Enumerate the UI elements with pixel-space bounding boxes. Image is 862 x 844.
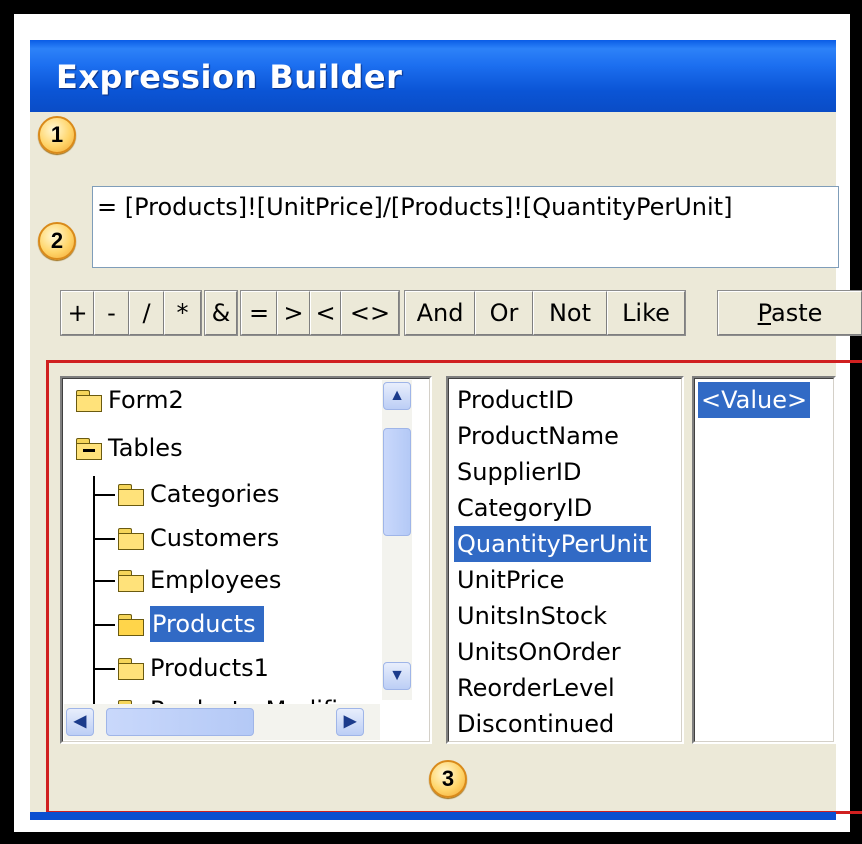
field-item[interactable]: UnitPrice [454,562,567,598]
expression-builder-dialog: Expression Builder = [Products]![UnitPri… [30,40,862,820]
concat-operators: & [204,290,238,336]
callout-badge-2: 2 [38,222,76,260]
like-button[interactable]: Like [607,291,685,335]
or-button[interactable]: Or [475,291,533,335]
folder-icon [118,570,144,592]
not-equal-button[interactable]: <> [341,291,399,335]
arithmetic-operators: + - / * [60,290,202,336]
scroll-thumb[interactable] [383,428,411,536]
scroll-down-icon[interactable]: ▼ [383,662,411,690]
minus-button[interactable]: - [94,291,129,335]
scroll-thumb-horizontal[interactable] [106,708,254,736]
folder-icon [76,390,102,412]
field-item[interactable]: UnitsInStock [454,598,610,634]
tree-item-employees[interactable]: Employees [118,562,281,598]
field-item[interactable]: ProductID [454,382,577,418]
logical-operators: And Or Not Like [404,290,686,336]
folder-icon [118,484,144,506]
greater-than-button[interactable]: > [277,291,310,335]
tree-item-customers[interactable]: Customers [118,520,279,556]
multiply-button[interactable]: * [164,291,201,335]
title-bar[interactable]: Expression Builder [30,40,836,112]
concatenate-button[interactable]: & [205,291,237,335]
tree-horizontal-scrollbar[interactable]: ◀ ▶ [64,704,380,740]
tree-item-form2[interactable]: Form2 [76,382,184,418]
value-item-selected[interactable]: <Value> [698,382,811,418]
expression-box[interactable]: = [Products]![UnitPrice]/[Products]![Qua… [92,186,839,268]
comparison-operators: = > < <> [240,290,400,336]
scroll-right-icon[interactable]: ▶ [336,708,364,736]
tree-vertical-scrollbar[interactable]: ▲ ▼ [382,380,412,700]
field-item[interactable]: CategoryID [454,490,595,526]
tree-item-categories[interactable]: Categories [118,476,279,512]
object-tree-list[interactable]: Form2 Tables Categories Customers Employ… [60,376,432,744]
tree-connector-line [93,476,95,734]
and-button[interactable]: And [405,291,475,335]
folder-collapse-icon[interactable] [76,438,102,460]
tree-item-products[interactable]: Products [118,606,264,642]
field-item[interactable]: Discontinued [454,706,617,742]
folder-icon [118,658,144,680]
folder-open-icon [118,614,144,636]
callout-badge-3: 3 [429,760,467,798]
callout-badge-1: 1 [38,116,76,154]
field-item[interactable]: SupplierID [454,454,584,490]
field-item[interactable]: ReorderLevel [454,670,618,706]
equals-button[interactable]: = [241,291,277,335]
scroll-up-icon[interactable]: ▲ [383,382,411,410]
field-item[interactable]: ProductName [454,418,622,454]
field-list[interactable]: ProductID ProductName SupplierID Categor… [446,376,684,744]
tree-item-products1[interactable]: Products1 [118,650,269,686]
paste-label: Paste [718,291,862,335]
scroll-left-icon[interactable]: ◀ [66,708,94,736]
bottom-border [30,812,836,820]
plus-button[interactable]: + [61,291,94,335]
paste-button[interactable]: Paste [717,290,862,336]
tree-item-tables[interactable]: Tables [76,430,183,466]
less-than-button[interactable]: < [310,291,341,335]
divide-button[interactable]: / [129,291,164,335]
field-item[interactable]: UnitsOnOrder [454,634,624,670]
folder-icon [118,528,144,550]
not-button[interactable]: Not [533,291,607,335]
dialog-title: Expression Builder [56,58,403,96]
field-item-selected[interactable]: QuantityPerUnit [454,526,651,562]
value-list[interactable]: <Value> [692,376,836,744]
